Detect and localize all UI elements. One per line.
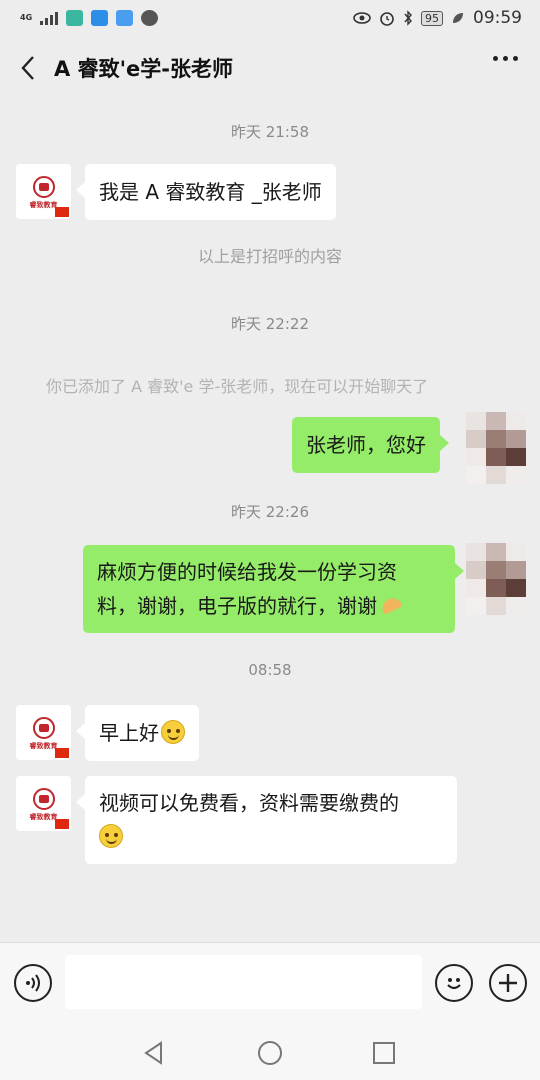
message-input[interactable] — [65, 955, 422, 1009]
message-bubble-incoming[interactable]: 我是 A 睿致教育 _张老师 — [76, 164, 336, 220]
smile-emoji-icon — [99, 824, 123, 848]
nav-back-button[interactable] — [139, 1038, 169, 1068]
praying-hands-emoji-icon — [379, 597, 403, 615]
plus-icon — [499, 974, 517, 992]
message-bubble-incoming[interactable]: 视频可以免费看，资料需要缴费的 — [76, 776, 457, 864]
status-right: 95 09:59 — [353, 8, 522, 28]
message-text-line: 料，谢谢，电子版的就行，谢谢 — [97, 594, 377, 618]
message-icon — [141, 10, 159, 26]
emoji-button[interactable] — [435, 964, 473, 1002]
system-note-added: 你已添加了 A 睿致'e 学-张老师，现在可以开始聊天了 — [46, 377, 429, 396]
china-flag-icon — [55, 207, 69, 217]
game-icon — [91, 10, 109, 26]
status-bar: 4G 95 09:59 — [0, 0, 540, 36]
voice-button[interactable] — [14, 964, 52, 1002]
chat-title: A 睿致'e学-张老师 — [54, 57, 233, 81]
brand-logo-icon — [33, 176, 55, 198]
bluetooth-icon — [404, 10, 412, 26]
teacher-avatar[interactable]: 睿致教育 — [16, 164, 71, 219]
input-bar — [0, 942, 540, 1026]
china-flag-icon — [55, 748, 69, 758]
back-arrow-icon — [21, 56, 34, 80]
brand-logo-icon — [33, 788, 55, 810]
emoji-icon — [447, 978, 461, 990]
brand-logo-icon — [33, 717, 55, 739]
message-bubble-incoming[interactable]: 早上好 — [76, 705, 199, 761]
square-recents-icon — [373, 1042, 395, 1064]
my-avatar[interactable] — [466, 412, 526, 484]
message-text-line: 麻烦方便的时候给我发一份学习资 — [97, 560, 397, 584]
signal-icon — [40, 11, 59, 25]
back-button[interactable] — [14, 54, 42, 82]
triangle-back-icon — [144, 1041, 162, 1065]
alipay-icon — [66, 10, 84, 26]
message-text: 视频可以免费看，资料需要缴费的 — [99, 791, 399, 815]
circle-home-icon — [258, 1041, 282, 1065]
add-more-button[interactable] — [489, 964, 527, 1002]
nav-home-button[interactable] — [255, 1038, 285, 1068]
timestamp: 昨天 21:58 — [231, 123, 309, 141]
alarm-icon — [380, 12, 394, 26]
timestamp: 08:58 — [248, 661, 292, 679]
teacher-avatar[interactable]: 睿致教育 — [16, 776, 71, 831]
message-bubble-outgoing[interactable]: 麻烦方便的时候给我发一份学习资 料，谢谢，电子版的就行，谢谢 — [83, 545, 464, 633]
voice-icon — [26, 974, 40, 992]
system-nav-bar — [0, 1026, 540, 1080]
network-type: 4G — [20, 13, 33, 22]
message-text: 张老师，您好 — [306, 433, 426, 457]
timestamp: 昨天 22:22 — [231, 315, 309, 333]
smile-emoji-icon — [161, 720, 185, 744]
message-bubble-outgoing[interactable]: 张老师，您好 — [292, 417, 449, 473]
system-note: 以上是打招呼的内容 — [197, 247, 342, 266]
teacher-avatar[interactable]: 睿致教育 — [16, 705, 71, 760]
nav-recents-button[interactable] — [369, 1038, 399, 1068]
china-flag-icon — [55, 819, 69, 829]
delivery-icon — [116, 10, 134, 26]
message-text-line-wrap: 料，谢谢，电子版的就行，谢谢 — [97, 589, 441, 623]
message-text: 早上好 — [99, 721, 159, 745]
status-time: 09:59 — [473, 8, 522, 28]
leaf-icon — [453, 13, 463, 23]
more-options-icon[interactable] — [493, 56, 518, 61]
my-avatar[interactable] — [466, 543, 526, 615]
battery-icon: 95 — [421, 10, 443, 26]
emoji-line — [99, 820, 443, 854]
status-left: 4G — [20, 10, 159, 26]
message-text: 我是 A 睿致教育 _张老师 — [99, 180, 322, 204]
timestamp: 昨天 22:26 — [231, 503, 309, 521]
chat-header: A 睿致'e学-张老师 — [0, 36, 540, 100]
eye-icon — [353, 12, 371, 24]
